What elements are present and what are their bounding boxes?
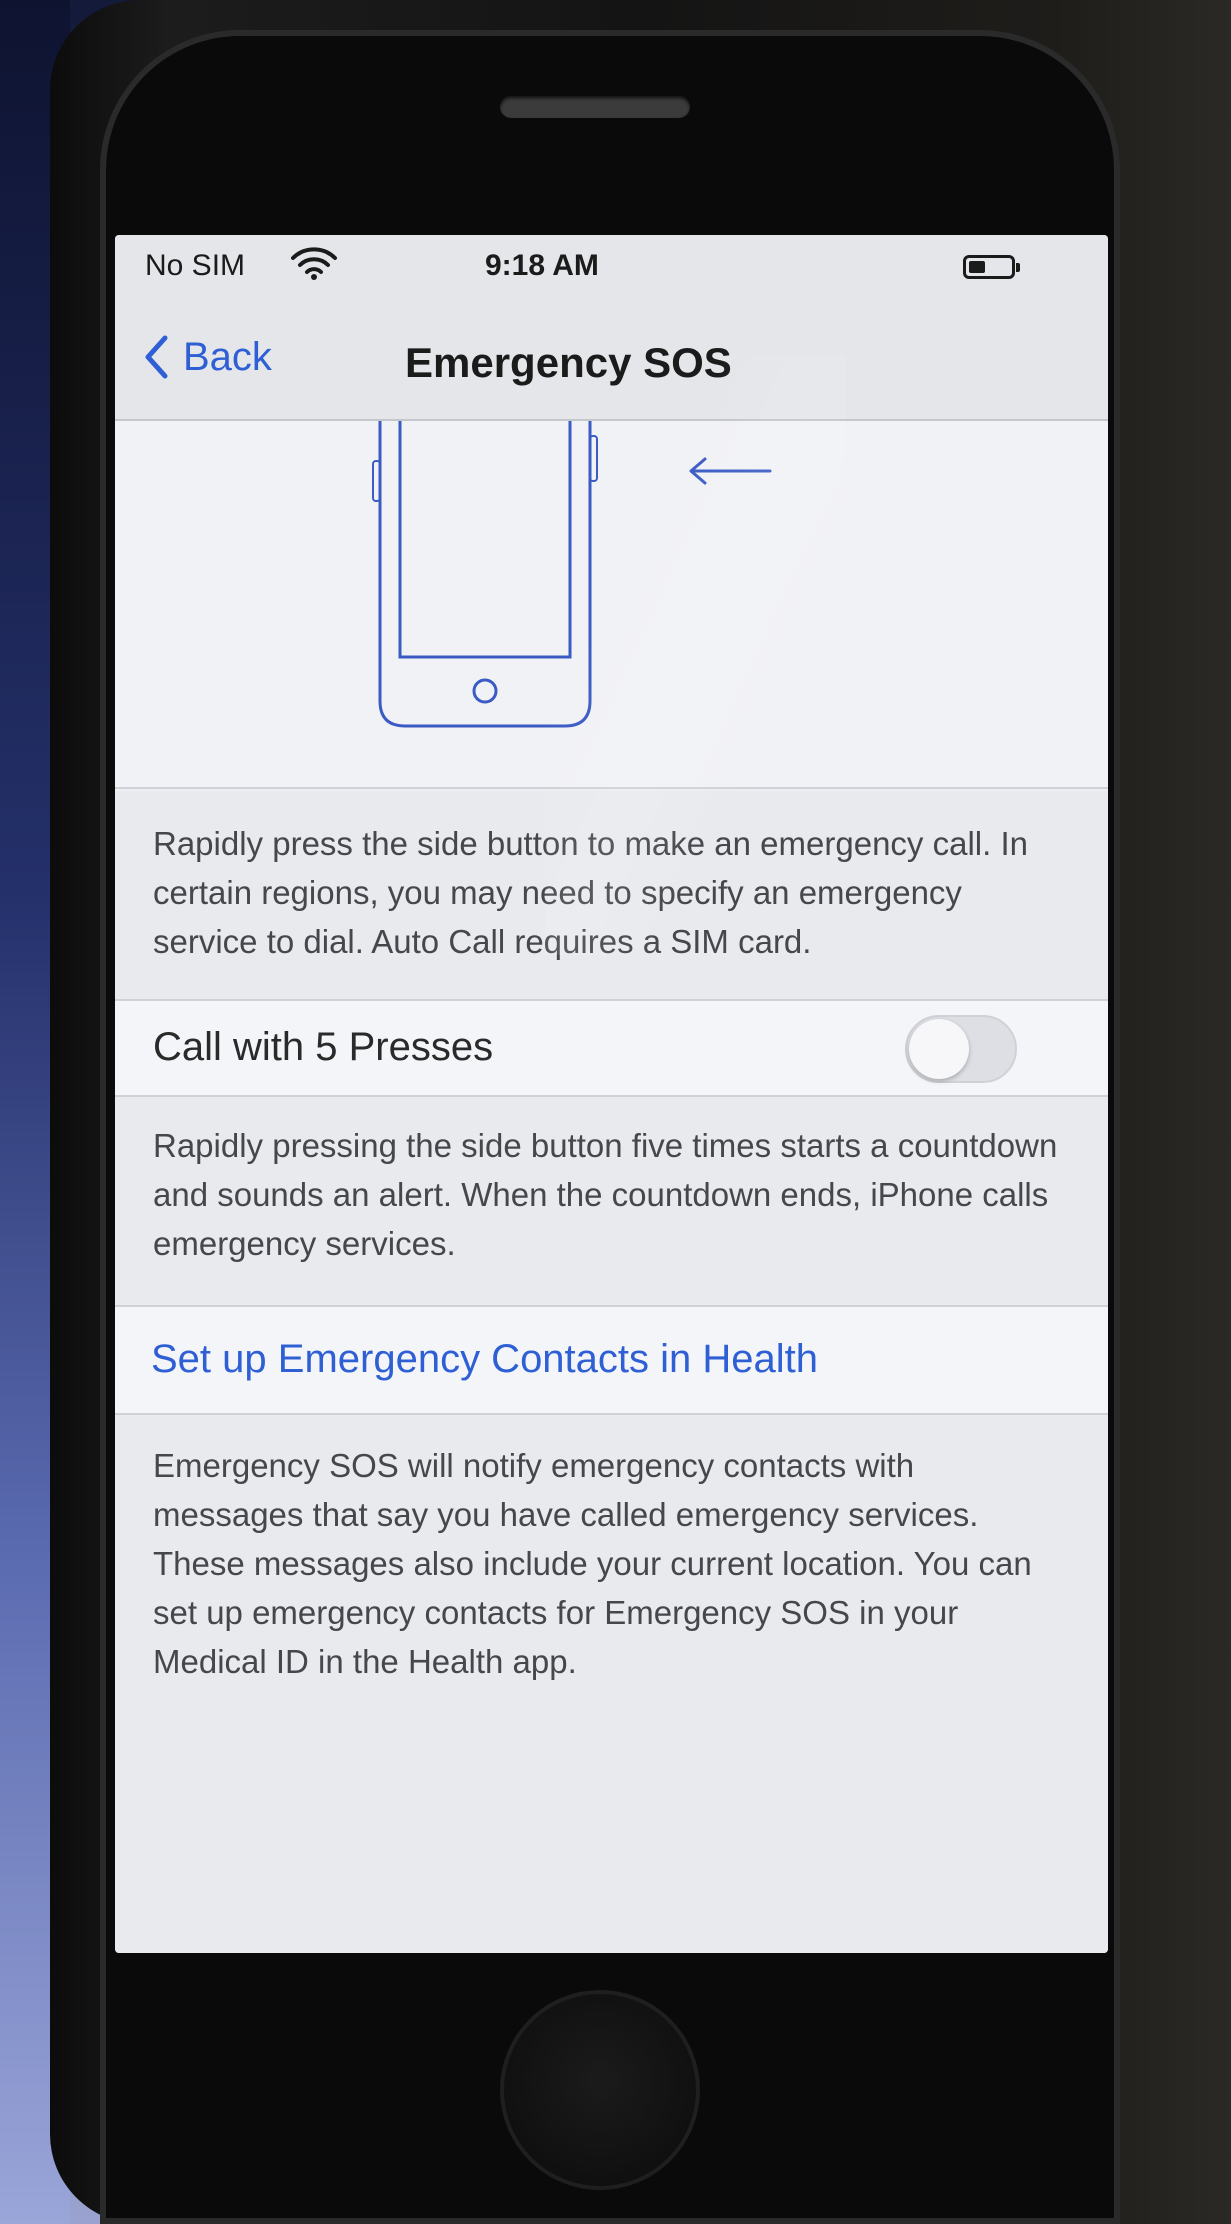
back-label: Back bbox=[183, 334, 272, 379]
phone-screen: No SIM 9:18 AM Back Emergency SOS Rapidl… bbox=[115, 235, 1108, 1953]
setup-emergency-contacts-link[interactable]: Set up Emergency Contacts in Health bbox=[151, 1337, 818, 1382]
call-with-5-presses-label: Call with 5 Presses bbox=[153, 1025, 494, 1069]
side-button-illustration bbox=[115, 421, 1108, 789]
arrow-left-icon bbox=[689, 457, 772, 485]
status-bar: No SIM 9:18 AM bbox=[115, 235, 1108, 305]
auto-call-footer: Rapidly press the side button to make an… bbox=[115, 791, 1108, 999]
status-time: 9:18 AM bbox=[485, 249, 599, 282]
wifi-icon bbox=[291, 247, 337, 280]
page-title: Emergency SOS bbox=[405, 339, 732, 386]
five-presses-footer: Rapidly pressing the side button five ti… bbox=[115, 1097, 1108, 1305]
back-button[interactable]: Back bbox=[143, 327, 272, 387]
navigation-bar: Back Emergency SOS bbox=[115, 305, 1108, 421]
chevron-left-icon bbox=[145, 335, 168, 379]
call-with-5-presses-row[interactable]: Call with 5 Presses bbox=[115, 999, 1108, 1097]
home-button[interactable] bbox=[500, 1990, 700, 2190]
side-button-phone-illustration bbox=[372, 421, 598, 728]
setup-emergency-contacts-row[interactable]: Set up Emergency Contacts in Health bbox=[115, 1305, 1108, 1415]
carrier-label: No SIM bbox=[145, 249, 246, 282]
battery-icon bbox=[963, 255, 1020, 279]
emergency-contacts-footer: Emergency SOS will notify emergency cont… bbox=[115, 1415, 1108, 1953]
call-with-5-presses-toggle[interactable] bbox=[905, 1015, 1017, 1083]
toggle-knob bbox=[909, 1019, 969, 1079]
battery-level bbox=[969, 261, 985, 273]
earpiece-speaker bbox=[500, 96, 690, 118]
